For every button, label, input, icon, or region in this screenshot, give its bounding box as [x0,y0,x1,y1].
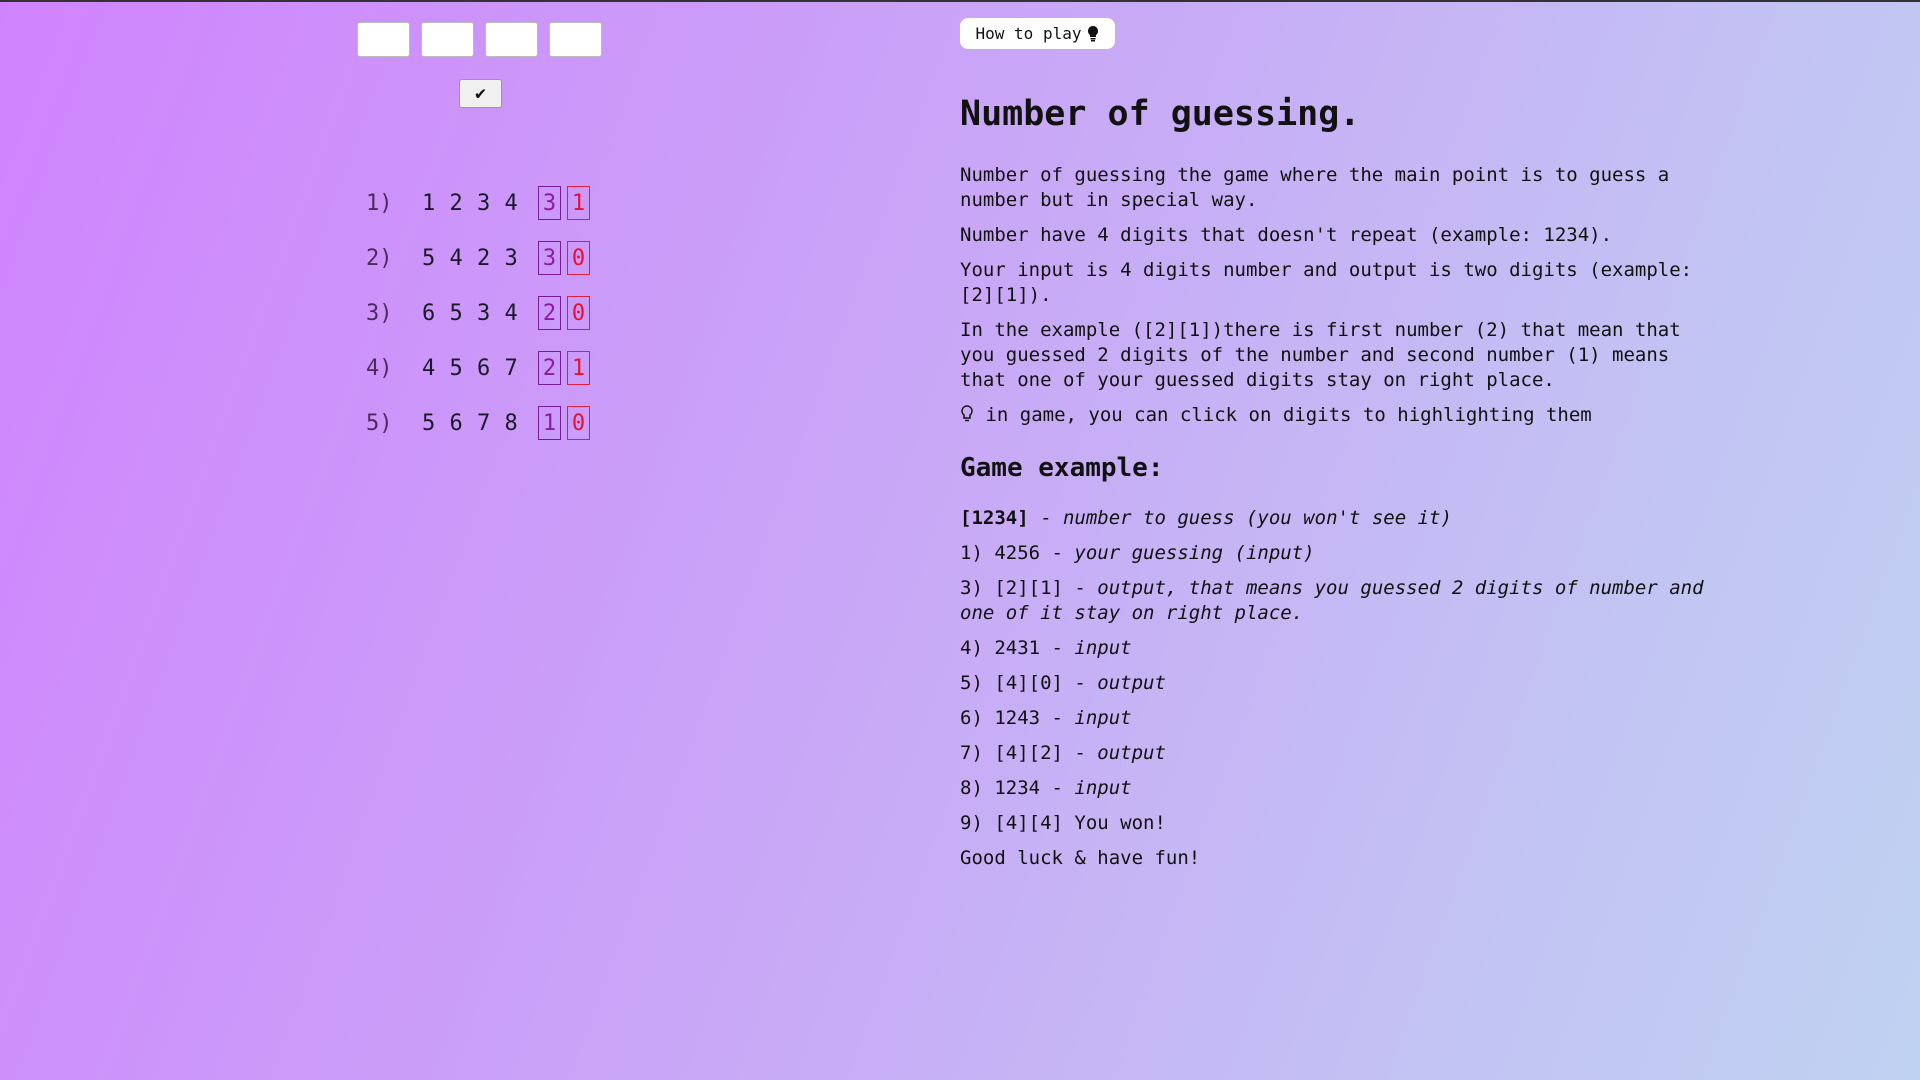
example-sep: - [1040,542,1075,564]
example-sep: - [1040,777,1075,799]
guess-number: 5) [366,410,393,436]
submit-button[interactable]: ✔ [459,79,502,108]
how-to-play-button[interactable]: How to play [960,18,1115,49]
tip-text: in game, you can click on digits to high… [985,404,1592,426]
closing-text: Good luck & have fun! [960,847,1201,869]
example-note: output [1097,672,1166,694]
example-step: 5) [4][0] [960,672,1063,694]
example-item: 6) 1243 - input [960,706,1722,731]
guess-digit[interactable]: 3 [505,246,533,271]
guess-number: 3) [366,300,393,326]
guess-digit[interactable]: 5 [422,246,450,271]
digit-input-2[interactable] [421,22,474,57]
example-item: [1234] - number to guess (you won't see … [960,506,1722,531]
rule-paragraph: Number have 4 digits that doesn't repeat… [960,224,1613,246]
guess-digit[interactable]: 2 [450,191,478,216]
example-note: your guessing (input) [1074,542,1315,564]
guess-digit[interactable]: 4 [450,246,478,271]
guess-row: 2) 5 4 2 3 3 0 [366,241,590,275]
digit-input-3[interactable] [485,22,538,57]
example-sep: - [1062,672,1098,694]
guess-digit[interactable]: 1 [422,191,450,216]
guess-digit[interactable]: 5 [422,411,450,436]
example-title: Game example: [960,453,1164,483]
guess-digit[interactable]: 7 [505,356,533,381]
guess-row: 1) 1 2 3 4 3 1 [366,186,590,220]
example-step: 3) [2][1] [960,577,1063,599]
guess-digit[interactable]: 6 [477,356,505,381]
example-sep: - [1028,507,1063,529]
placed-count: 1 [567,186,590,220]
lightbulb-icon [1088,25,1099,41]
guess-digit[interactable]: 2 [477,246,505,271]
example-item: 4) 2431 - input [960,636,1722,661]
guess-digit[interactable]: 8 [505,411,533,436]
example-step: 1) 4256 [960,542,1041,564]
example-item: 5) [4][0] - output [960,671,1722,696]
check-icon: ✔ [475,83,486,104]
example-list: [1234] - number to guess (you won't see … [960,506,1722,836]
digit-input-1[interactable] [357,22,410,57]
example-sep: - [1040,707,1075,729]
placed-count: 0 [567,241,590,275]
guess-row: 4) 4 5 6 7 2 1 [366,351,590,385]
explain-paragraph: In the example ([2][1])there is first nu… [960,319,1681,391]
example-note: input [1074,707,1132,729]
lightbulb-outline-icon [961,405,973,422]
example-note: input [1074,777,1132,799]
guess-digit[interactable]: 7 [477,411,505,436]
digit-input-4[interactable] [549,22,602,57]
how-to-play-label: How to play [975,24,1082,43]
guess-row: 3) 6 5 3 4 2 0 [366,296,590,330]
guess-digit[interactable]: 4 [505,191,533,216]
example-item: 1) 4256 - your guessing (input) [960,541,1722,566]
example-item: 8) 1234 - input [960,776,1722,801]
example-number: [1234] [960,507,1029,529]
example-item: 3) [2][1] - output, that means you guess… [960,576,1722,626]
guess-digit[interactable]: 6 [422,301,450,326]
example-item: 9) [4][4] You won! [960,811,1722,836]
found-count: 3 [538,241,561,275]
guess-inputs [357,22,602,57]
example-step: 8) 1234 [960,777,1041,799]
example-step: 7) [4][2] [960,742,1063,764]
page-title: Number of guessing. [960,94,1361,134]
example-note: output [1097,742,1166,764]
guess-digit[interactable]: 3 [477,301,505,326]
guess-digit[interactable]: 5 [450,356,478,381]
example-step: 6) 1243 [960,707,1041,729]
example-sep: - [1040,637,1075,659]
placed-count: 0 [567,406,590,440]
guess-digit[interactable]: 4 [505,301,533,326]
guess-digit[interactable]: 3 [477,191,505,216]
intro-paragraph: Number of guessing the game where the ma… [960,164,1670,211]
example-sep: - [1062,577,1098,599]
example-note: number to guess (you won't see it) [1062,507,1452,529]
found-count: 2 [538,351,561,385]
example-step: 9) [4][4] You won! [960,812,1166,834]
guess-number: 4) [366,355,393,381]
found-count: 1 [538,406,561,440]
guess-digit[interactable]: 6 [450,411,478,436]
guess-number: 1) [366,190,393,216]
guess-digit[interactable]: 5 [450,301,478,326]
example-item: 7) [4][2] - output [960,741,1722,766]
guess-digit[interactable]: 4 [422,356,450,381]
found-count: 3 [538,186,561,220]
example-sep: - [1062,742,1098,764]
example-note: input [1074,637,1132,659]
tip: in game, you can click on digits to high… [960,403,1722,428]
example-step: 4) 2431 [960,637,1041,659]
placed-count: 0 [567,296,590,330]
guess-row: 5) 5 6 7 8 1 0 [366,406,590,440]
guess-number: 2) [366,245,393,271]
io-paragraph: Your input is 4 digits number and output… [960,259,1693,306]
found-count: 2 [538,296,561,330]
placed-count: 1 [567,351,590,385]
